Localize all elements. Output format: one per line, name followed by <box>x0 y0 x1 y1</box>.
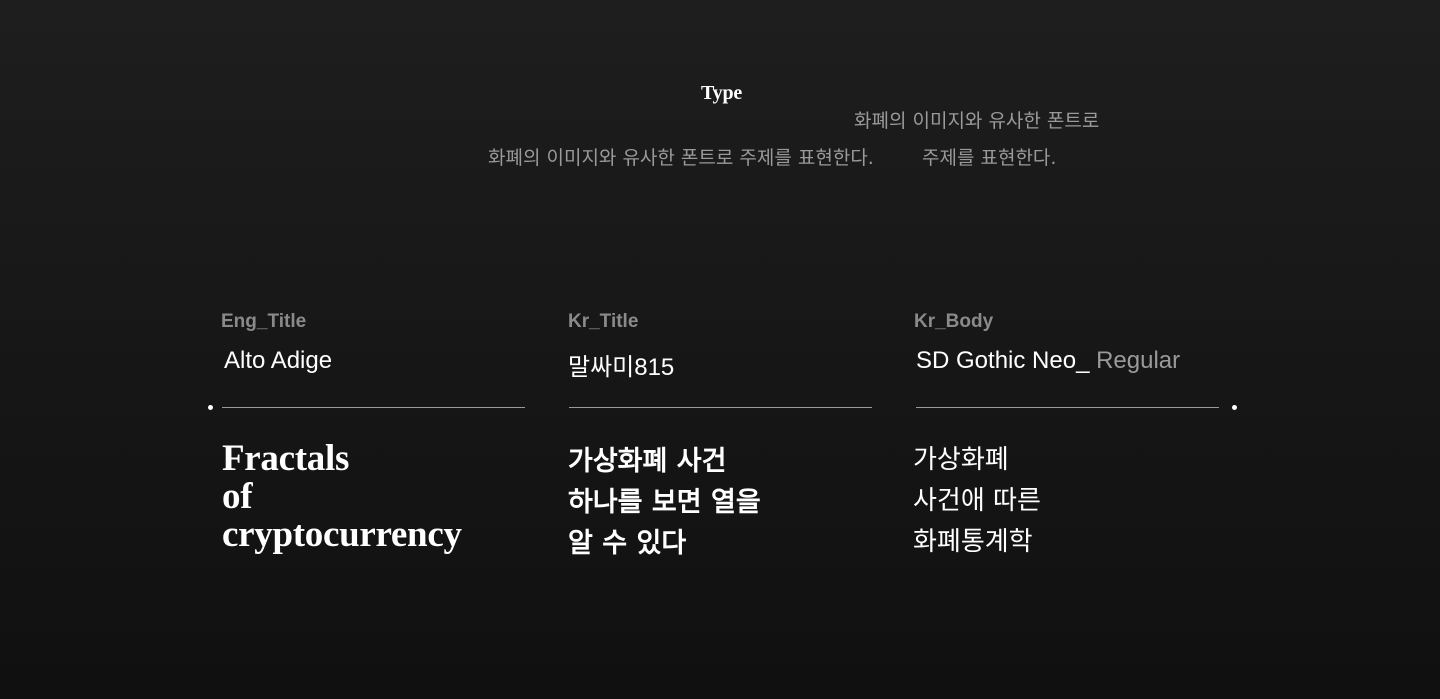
divider-line <box>916 407 1219 408</box>
font-name-text: SD Gothic Neo_ <box>916 347 1090 374</box>
kr-title-font-name: 말싸미815 <box>568 347 674 382</box>
sample-line: of <box>222 476 253 517</box>
kr-title-label: Kr_Title <box>568 311 639 332</box>
sample-line: 사건애 따른 <box>913 486 1041 516</box>
type-section: Type 화폐의 이미지와 유사한 폰트로 화폐의 이미지와 유사한 폰트로 주… <box>0 0 1440 699</box>
rule-end-dot <box>1232 405 1237 410</box>
rule-start-dot <box>208 405 213 410</box>
kr-title-sample: 가상화폐 사건 하나를 보면 열을 알 수 있다 <box>568 441 761 564</box>
kr-body-label: Kr_Body <box>914 311 994 332</box>
font-name-text: Alto Adige <box>224 347 333 374</box>
sample-line: 하나를 보면 열을 <box>568 487 761 518</box>
kr-body-font-name: SD Gothic Neo_ Regular <box>916 347 1180 375</box>
sample-line: 알 수 있다 <box>568 528 687 559</box>
sample-line: 화폐통계학 <box>913 527 1033 557</box>
eng-title-label: Eng_Title <box>221 311 307 332</box>
section-description-line: 화폐의 이미지와 유사한 폰트로 <box>854 110 1100 132</box>
eng-title-font-name: Alto Adige <box>224 347 332 375</box>
sample-line: Fractals <box>222 438 350 479</box>
sample-line: 가상화폐 <box>913 445 1009 475</box>
font-weight-text: Regular <box>1089 347 1181 374</box>
section-title: Type <box>701 82 743 104</box>
font-name-text: 말싸미815 <box>568 354 675 381</box>
kr-body-sample: 가상화폐 사건애 따른 화폐통계학 <box>913 440 1041 563</box>
sample-line: 가상화폐 사건 <box>568 446 727 477</box>
section-description-line: 화폐의 이미지와 유사한 폰트로 주제를 표현한다. <box>488 147 874 169</box>
sample-line: cryptocurrency <box>222 514 462 555</box>
section-description-line: 주제를 표현한다. <box>922 147 1057 169</box>
eng-title-sample: Fractals of cryptocurrency <box>222 440 462 554</box>
divider-line <box>222 407 525 408</box>
divider-line <box>569 407 872 408</box>
